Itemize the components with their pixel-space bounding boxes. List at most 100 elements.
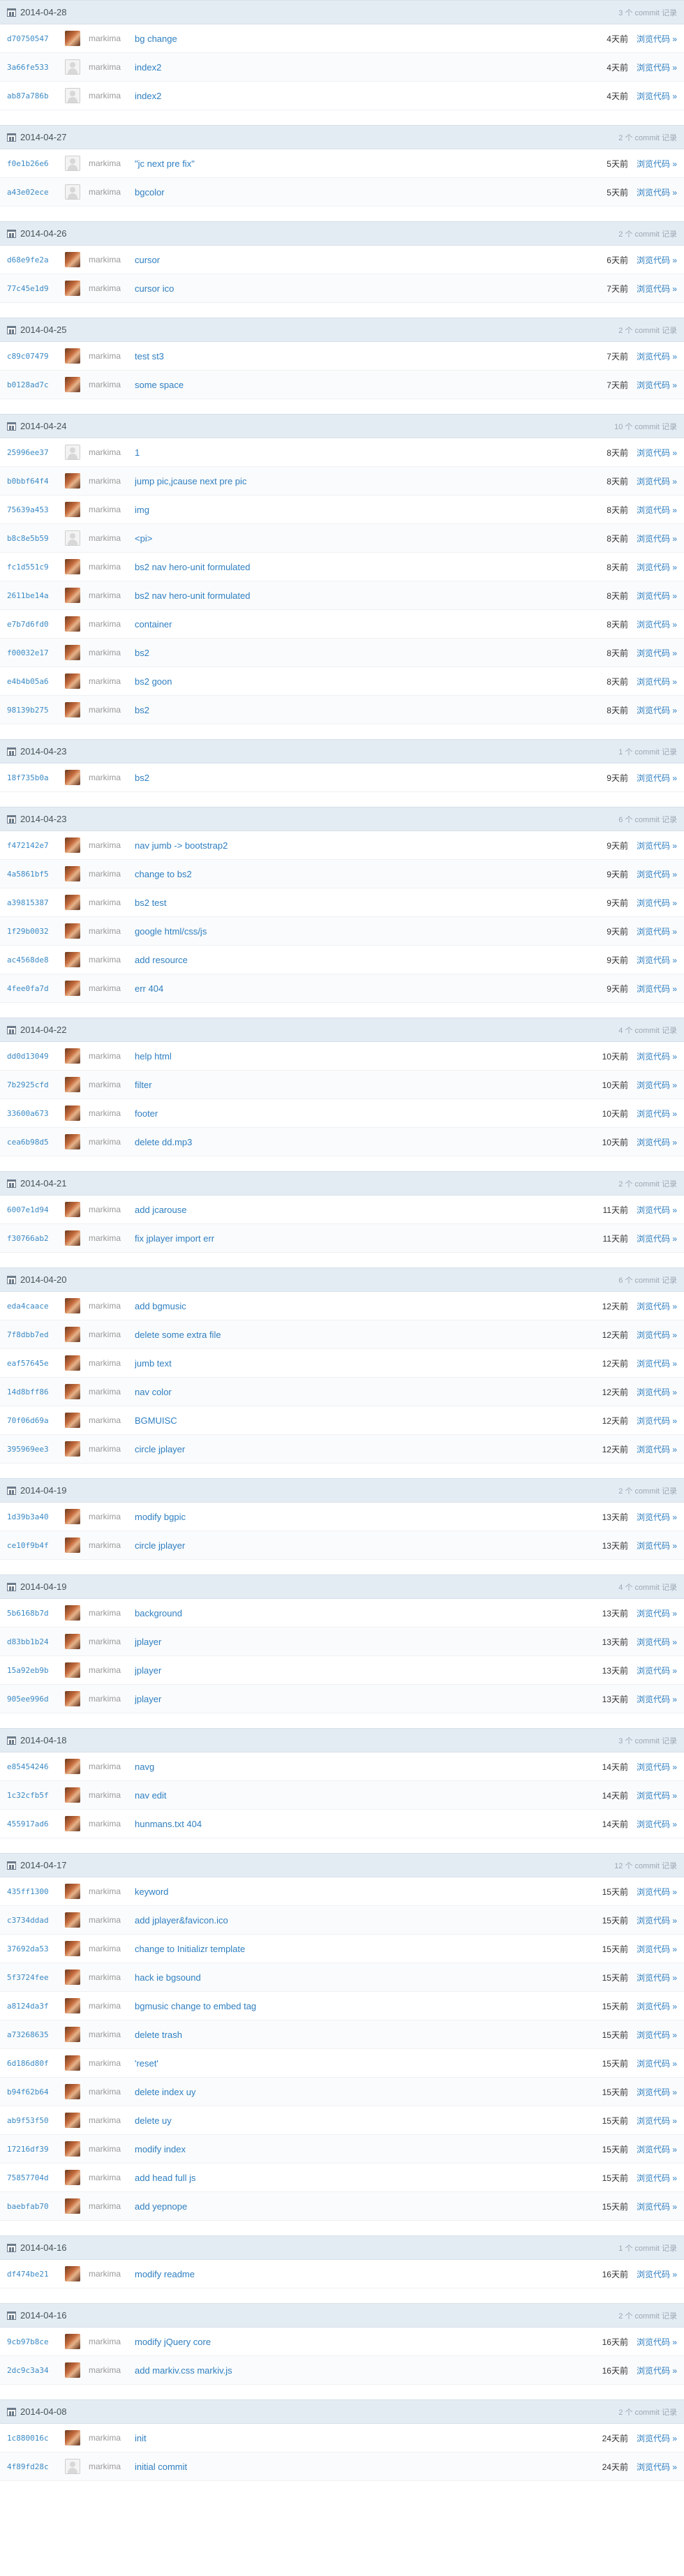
commit-message-link[interactable]: fix jplayer import err: [135, 1233, 603, 1244]
browse-code-link[interactable]: 浏览代码 »: [637, 618, 677, 630]
commit-message-link[interactable]: modify jQuery core: [135, 2337, 602, 2347]
commit-message-link[interactable]: add resource: [135, 955, 607, 965]
browse-code-link[interactable]: 浏览代码 »: [637, 379, 677, 391]
commit-sha-link[interactable]: 5b6168b7d: [7, 1609, 65, 1618]
commit-sha-link[interactable]: e85454246: [7, 1762, 65, 1771]
browse-code-link[interactable]: 浏览代码 »: [637, 2365, 677, 2376]
commit-sha-link[interactable]: f472142e7: [7, 841, 65, 850]
commit-sha-link[interactable]: f30766ab2: [7, 1234, 65, 1243]
browse-code-link[interactable]: 浏览代码 »: [637, 283, 677, 295]
commit-sha-link[interactable]: a73268635: [7, 2030, 65, 2039]
commit-message-link[interactable]: bs2: [135, 773, 607, 783]
commit-sha-link[interactable]: 455917ad6: [7, 1819, 65, 1829]
commit-message-link[interactable]: bg change: [135, 33, 607, 44]
browse-code-link[interactable]: 浏览代码 »: [637, 983, 677, 995]
commit-sha-link[interactable]: ac4568de8: [7, 955, 65, 965]
browse-code-link[interactable]: 浏览代码 »: [637, 1761, 677, 1773]
browse-code-link[interactable]: 浏览代码 »: [637, 2057, 677, 2069]
commit-sha-link[interactable]: 5f3724fee: [7, 1973, 65, 1982]
browse-code-link[interactable]: 浏览代码 »: [637, 2115, 677, 2127]
browse-code-link[interactable]: 浏览代码 »: [637, 1607, 677, 1619]
commit-sha-link[interactable]: 77c45e1d9: [7, 284, 65, 293]
browse-code-link[interactable]: 浏览代码 »: [637, 1357, 677, 1369]
commit-message-link[interactable]: add jcarouse: [135, 1205, 603, 1215]
browse-code-link[interactable]: 浏览代码 »: [637, 254, 677, 266]
commit-sha-link[interactable]: 4fee0fa7d: [7, 984, 65, 993]
browse-code-link[interactable]: 浏览代码 »: [637, 1511, 677, 1523]
browse-code-link[interactable]: 浏览代码 »: [637, 1329, 677, 1341]
browse-code-link[interactable]: 浏览代码 »: [637, 1079, 677, 1091]
commit-sha-link[interactable]: 15a92eb9b: [7, 1666, 65, 1675]
commit-sha-link[interactable]: b94f62b64: [7, 2087, 65, 2097]
commit-sha-link[interactable]: e7b7d6fd0: [7, 620, 65, 629]
commit-message-link[interactable]: some space: [135, 380, 607, 390]
commit-message-link[interactable]: bs2 nav hero-unit formulated: [135, 590, 607, 601]
commit-message-link[interactable]: index2: [135, 62, 607, 73]
commit-message-link[interactable]: delete dd.mp3: [135, 1137, 602, 1147]
commit-sha-link[interactable]: 395969ee3: [7, 1445, 65, 1454]
commit-message-link[interactable]: modify readme: [135, 2269, 602, 2279]
commit-message-link[interactable]: add head full js: [135, 2173, 602, 2183]
commit-sha-link[interactable]: 17216df39: [7, 2145, 65, 2154]
commit-message-link[interactable]: init: [135, 2433, 602, 2443]
commit-sha-link[interactable]: 3a66fe533: [7, 63, 65, 72]
commit-sha-link[interactable]: df474be21: [7, 2270, 65, 2279]
commit-message-link[interactable]: index2: [135, 91, 607, 101]
commit-sha-link[interactable]: 18f735b0a: [7, 773, 65, 782]
browse-code-link[interactable]: 浏览代码 »: [637, 1943, 677, 1955]
commit-message-link[interactable]: img: [135, 505, 607, 515]
browse-code-link[interactable]: 浏览代码 »: [637, 704, 677, 716]
commit-sha-link[interactable]: baebfab70: [7, 2202, 65, 2211]
commit-message-link[interactable]: delete some extra file: [135, 1330, 602, 1340]
commit-message-link[interactable]: nav jumb -> bootstrap2: [135, 840, 607, 851]
commit-sha-link[interactable]: fc1d551c9: [7, 563, 65, 572]
commit-sha-link[interactable]: 1c32cfb5f: [7, 1791, 65, 1800]
browse-code-link[interactable]: 浏览代码 »: [637, 2029, 677, 2041]
commit-message-link[interactable]: nav edit: [135, 1790, 602, 1801]
browse-code-link[interactable]: 浏览代码 »: [637, 1665, 677, 1676]
commit-message-link[interactable]: change to Initializr template: [135, 1944, 602, 1954]
browse-code-link[interactable]: 浏览代码 »: [637, 61, 677, 73]
commit-message-link[interactable]: bs2 nav hero-unit formulated: [135, 562, 607, 572]
browse-code-link[interactable]: 浏览代码 »: [637, 2461, 677, 2473]
commit-sha-link[interactable]: eda4caace: [7, 1302, 65, 1311]
commit-message-link[interactable]: bs2: [135, 705, 607, 715]
browse-code-link[interactable]: 浏览代码 »: [637, 90, 677, 102]
commit-message-link[interactable]: bgmusic change to embed tag: [135, 2001, 602, 2011]
browse-code-link[interactable]: 浏览代码 »: [637, 897, 677, 909]
browse-code-link[interactable]: 浏览代码 »: [637, 504, 677, 516]
commit-sha-link[interactable]: 1f29b0032: [7, 927, 65, 936]
browse-code-link[interactable]: 浏览代码 »: [637, 1693, 677, 1705]
commit-sha-link[interactable]: 75639a453: [7, 505, 65, 514]
commit-sha-link[interactable]: 37692da53: [7, 1944, 65, 1953]
commit-sha-link[interactable]: eaf57645e: [7, 1359, 65, 1368]
commit-message-link[interactable]: 'reset': [135, 2058, 602, 2069]
commit-sha-link[interactable]: c89c07479: [7, 352, 65, 361]
commit-message-link[interactable]: filter: [135, 1080, 602, 1090]
commit-sha-link[interactable]: b0bbf64f4: [7, 477, 65, 486]
browse-code-link[interactable]: 浏览代码 »: [637, 2336, 677, 2348]
commit-message-link[interactable]: modify bgpic: [135, 1512, 602, 1522]
browse-code-link[interactable]: 浏览代码 »: [637, 158, 677, 170]
browse-code-link[interactable]: 浏览代码 »: [637, 2143, 677, 2155]
commit-sha-link[interactable]: 98139b275: [7, 706, 65, 715]
commit-message-link[interactable]: jumb text: [135, 1358, 602, 1369]
commit-message-link[interactable]: <pi>: [135, 533, 607, 544]
browse-code-link[interactable]: 浏览代码 »: [637, 1540, 677, 1551]
browse-code-link[interactable]: 浏览代码 »: [637, 772, 677, 784]
commit-message-link[interactable]: background: [135, 1608, 602, 1618]
browse-code-link[interactable]: 浏览代码 »: [637, 475, 677, 487]
browse-code-link[interactable]: 浏览代码 »: [637, 2432, 677, 2444]
commit-message-link[interactable]: delete uy: [135, 2115, 602, 2126]
browse-code-link[interactable]: 浏览代码 »: [637, 2172, 677, 2184]
commit-sha-link[interactable]: 1d39b3a40: [7, 1512, 65, 1521]
commit-message-link[interactable]: delete trash: [135, 2030, 602, 2040]
browse-code-link[interactable]: 浏览代码 »: [637, 1300, 677, 1312]
commit-sha-link[interactable]: f00032e17: [7, 648, 65, 657]
browse-code-link[interactable]: 浏览代码 »: [637, 925, 677, 937]
commit-message-link[interactable]: nav color: [135, 1387, 602, 1397]
browse-code-link[interactable]: 浏览代码 »: [637, 590, 677, 602]
browse-code-link[interactable]: 浏览代码 »: [637, 1886, 677, 1898]
commit-sha-link[interactable]: 14d8bff86: [7, 1387, 65, 1397]
commit-sha-link[interactable]: f0e1b26e6: [7, 159, 65, 168]
